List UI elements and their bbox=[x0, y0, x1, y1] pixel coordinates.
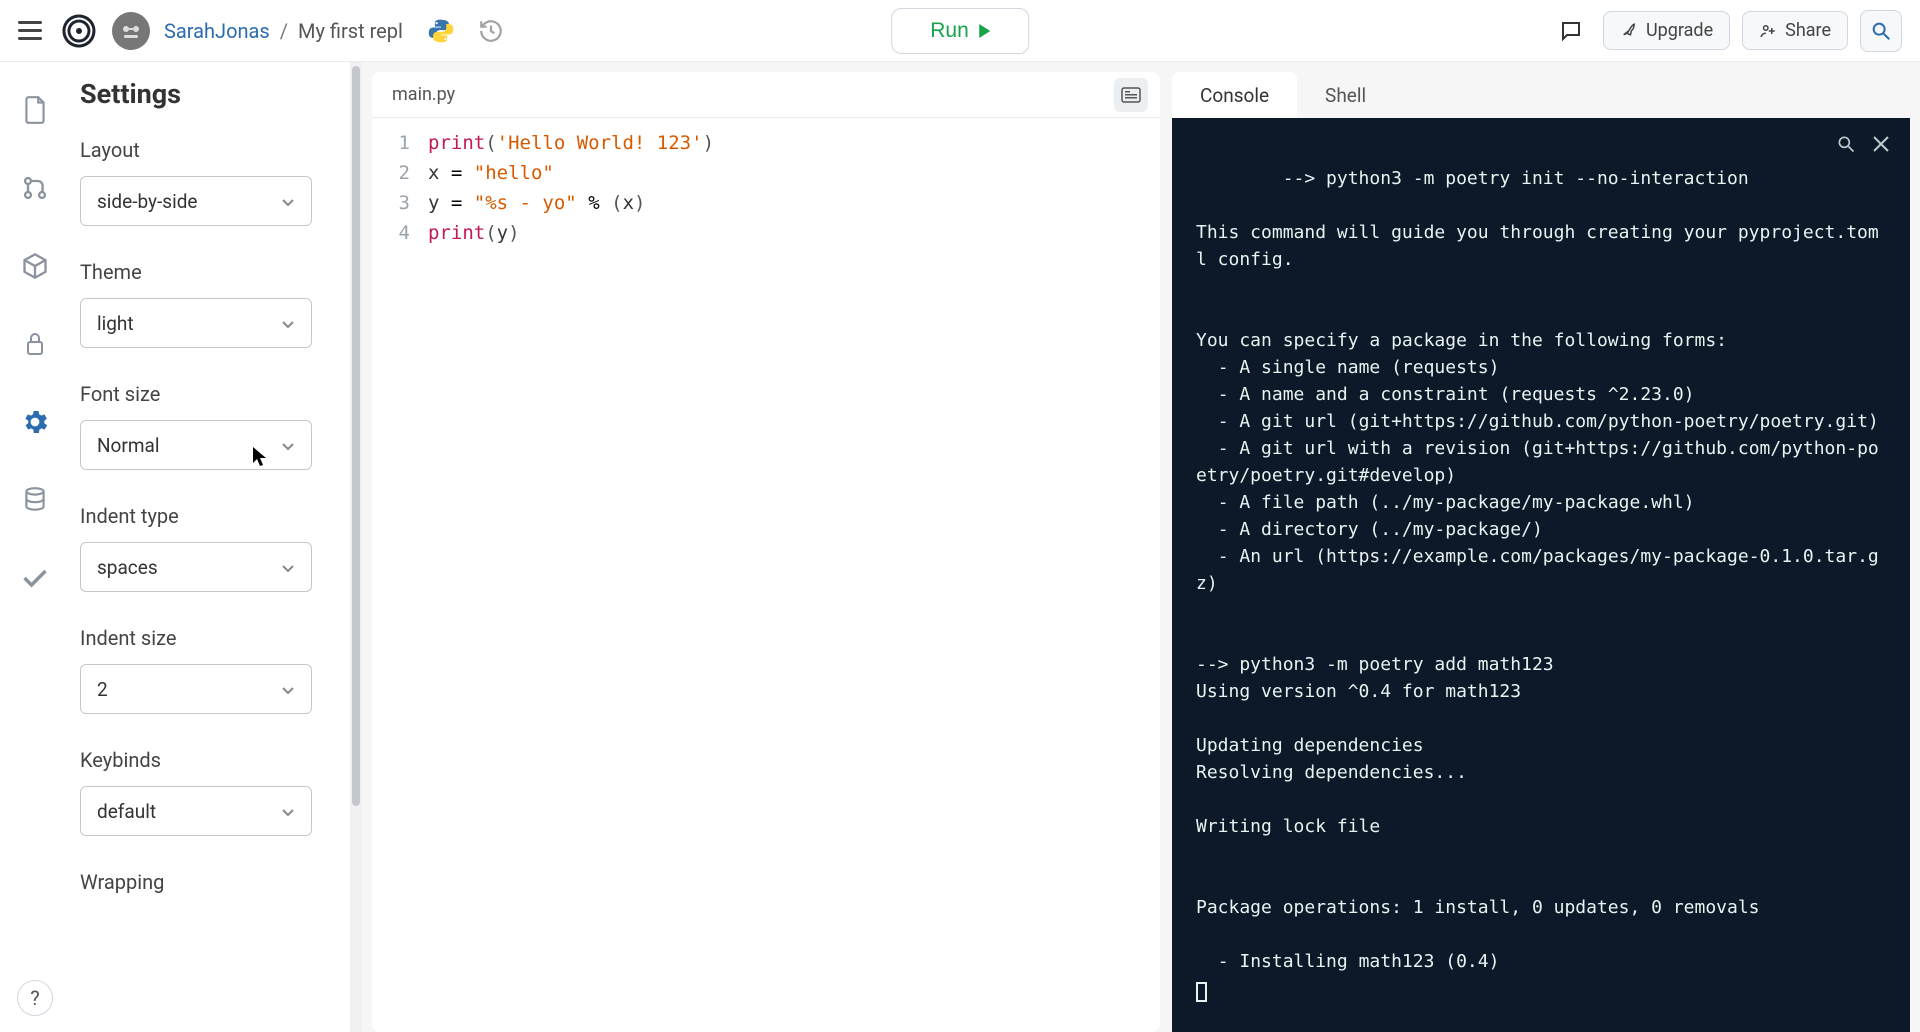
select-indent-type[interactable]: spaces bbox=[80, 542, 312, 592]
upgrade-label: Upgrade bbox=[1646, 20, 1713, 41]
menu-button[interactable] bbox=[18, 17, 46, 45]
files-icon[interactable] bbox=[15, 90, 55, 130]
chevron-down-icon bbox=[281, 678, 295, 701]
python-icon bbox=[425, 15, 457, 47]
run-button[interactable]: Run bbox=[891, 8, 1029, 54]
tab-shell[interactable]: Shell bbox=[1297, 72, 1394, 118]
chevron-down-icon bbox=[281, 190, 295, 213]
chevron-down-icon bbox=[281, 800, 295, 823]
editor-pane: main.py 1234 print('Hello World! 123')x … bbox=[372, 72, 1160, 1032]
breadcrumb: SarahJonas / My first repl bbox=[164, 19, 403, 43]
terminal-output[interactable]: --> python3 -m poetry init --no-interact… bbox=[1172, 118, 1910, 1032]
packages-icon[interactable] bbox=[15, 246, 55, 286]
share-button[interactable]: Share bbox=[1742, 11, 1848, 50]
settings-panel: Settings Layout side-by-side Theme light Fon… bbox=[70, 62, 350, 1032]
setting-label-theme: Theme bbox=[80, 260, 326, 284]
setting-label-font-size: Font size bbox=[80, 382, 326, 406]
secrets-icon[interactable] bbox=[15, 324, 55, 364]
settings-title: Settings bbox=[80, 78, 326, 110]
setting-label-keybinds: Keybinds bbox=[80, 748, 326, 772]
icon-rail: ? bbox=[0, 62, 70, 1032]
select-keybinds[interactable]: default bbox=[80, 786, 312, 836]
terminal-close-icon[interactable] bbox=[1872, 134, 1890, 162]
select-indent-size[interactable]: 2 bbox=[80, 664, 312, 714]
chevron-down-icon bbox=[281, 312, 295, 335]
share-label: Share bbox=[1785, 20, 1831, 41]
database-icon[interactable] bbox=[15, 480, 55, 520]
markdown-toggle[interactable] bbox=[1114, 78, 1148, 112]
version-control-icon[interactable] bbox=[15, 168, 55, 208]
setting-label-wrapping: Wrapping bbox=[80, 870, 326, 894]
setting-label-indent-size: Indent size bbox=[80, 626, 326, 650]
history-icon[interactable] bbox=[475, 15, 507, 47]
help-button[interactable]: ? bbox=[17, 980, 53, 1016]
select-font-size[interactable]: Normal bbox=[80, 420, 312, 470]
terminal-cursor bbox=[1196, 982, 1207, 1002]
tab-console[interactable]: Console bbox=[1172, 72, 1297, 118]
run-label: Run bbox=[930, 19, 969, 43]
chevron-down-icon bbox=[281, 434, 295, 457]
editor-tab-main[interactable]: main.py bbox=[372, 72, 475, 117]
select-theme[interactable]: light bbox=[80, 298, 312, 348]
select-layout[interactable]: side-by-side bbox=[80, 176, 312, 226]
repl-name[interactable]: My first repl bbox=[298, 19, 403, 43]
search-button[interactable] bbox=[1860, 10, 1902, 52]
tests-icon[interactable] bbox=[15, 558, 55, 598]
play-icon bbox=[979, 24, 990, 38]
code-editor[interactable]: 1234 print('Hello World! 123')x = "hello… bbox=[372, 118, 1160, 1032]
terminal-search-icon[interactable] bbox=[1836, 134, 1856, 162]
user-link[interactable]: SarahJonas bbox=[164, 19, 270, 43]
upgrade-button[interactable]: Upgrade bbox=[1603, 11, 1730, 50]
setting-label-layout: Layout bbox=[80, 138, 326, 162]
console-pane: Console Shell --> python3 -m poetry init… bbox=[1172, 72, 1910, 1032]
chevron-down-icon bbox=[281, 556, 295, 579]
user-avatar[interactable] bbox=[112, 12, 150, 50]
chat-icon[interactable] bbox=[1551, 11, 1591, 51]
settings-icon[interactable] bbox=[15, 402, 55, 442]
breadcrumb-separator: / bbox=[280, 19, 288, 43]
settings-scrollbar[interactable] bbox=[350, 62, 362, 1032]
replit-logo[interactable] bbox=[60, 12, 98, 50]
setting-label-indent-type: Indent type bbox=[80, 504, 326, 528]
